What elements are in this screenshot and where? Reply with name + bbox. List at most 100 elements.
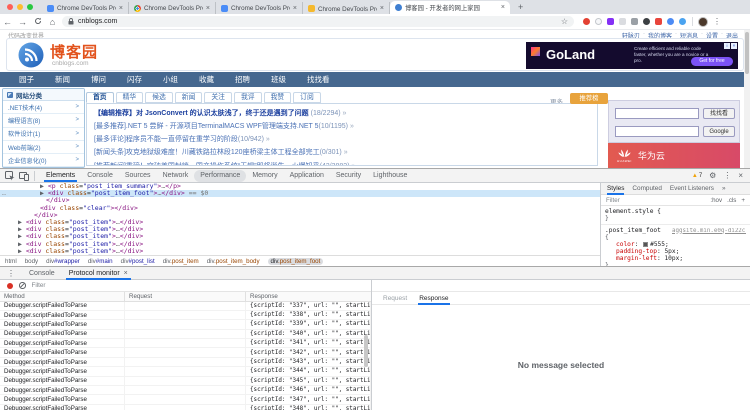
protocol-message-row[interactable]: Debugger.scriptFailedToParse{scriptId: "… — [0, 377, 371, 386]
detail-tab-response[interactable]: Response — [414, 292, 453, 305]
category-item[interactable]: 编程语言(8)> — [3, 114, 84, 127]
protocol-message-row[interactable]: Debugger.scriptFailedToParse{scriptId: "… — [0, 395, 371, 404]
styles-filter-input[interactable]: Filter — [606, 197, 620, 204]
dom-tree-row[interactable]: ▶ <div class="post_item">…</div> — [0, 248, 600, 255]
headline-link[interactable]: [新闻头条]攻克地狱级难度！川藏铁路拉林段120座桥梁主体工程全部完工(0/30… — [87, 146, 597, 159]
extension-icon[interactable] — [607, 18, 614, 25]
headline-link[interactable]: 【编辑推荐】对 JsonConvert 的认识太肤浅了，终于还是遇到了问题 (1… — [87, 107, 597, 120]
site-title[interactable]: 博客园 — [50, 41, 98, 62]
huawei-cloud-ad[interactable]: HUAWEI 华为云 — [608, 143, 740, 168]
site-search-button[interactable]: 找找看 — [703, 108, 735, 119]
nav-item[interactable]: 园子 — [19, 74, 34, 85]
tab-close-icon[interactable]: × — [293, 5, 297, 12]
css-selector[interactable]: .post_item_foot — [605, 227, 661, 234]
dom-tree-row[interactable]: …▶ <div class="post_item_foot">…</div> =… — [0, 190, 600, 197]
extension-icon[interactable] — [583, 18, 590, 25]
protocol-message-row[interactable]: Debugger.scriptFailedToParse{scriptId: "… — [0, 386, 371, 395]
profile-avatar[interactable] — [698, 17, 708, 27]
drawer-tab-close-icon[interactable]: × — [124, 267, 128, 280]
protocol-message-row[interactable]: Debugger.scriptFailedToParse{scriptId: "… — [0, 348, 371, 357]
protocol-message-row[interactable]: Debugger.scriptFailedToParse{scriptId: "… — [0, 302, 371, 311]
protocol-message-row[interactable]: Debugger.scriptFailedToParse{scriptId: "… — [0, 311, 371, 320]
clear-icon[interactable] — [19, 282, 26, 289]
devtools-tab-lighthouse[interactable]: Lighthouse — [367, 169, 413, 182]
headline-link[interactable]: [最多评论]程序员不能一直停留在重学习的阶段(10/942) » — [87, 133, 597, 146]
css-property[interactable]: color: #555; — [605, 241, 746, 248]
devtools-menu-icon[interactable]: ⋮ — [723, 169, 731, 182]
devtools-tab-elements[interactable]: Elements — [40, 169, 81, 182]
protocol-message-row[interactable]: Debugger.scriptFailedToParse{scriptId: "… — [0, 405, 371, 410]
detail-tab-request[interactable]: Request — [378, 292, 412, 305]
page-scrollbar-thumb[interactable] — [745, 32, 749, 74]
protocol-message-row[interactable]: Debugger.scriptFailedToParse{scriptId: "… — [0, 320, 371, 329]
home-icon[interactable]: ⌂ — [45, 17, 60, 27]
google-search-input[interactable] — [615, 126, 699, 137]
protocol-filter-input[interactable]: Filter — [32, 282, 46, 289]
column-header-response[interactable]: Response — [246, 292, 371, 301]
devtools-tab-security[interactable]: Security — [330, 169, 367, 182]
nav-item[interactable]: 班级 — [271, 74, 286, 85]
extension-icon[interactable] — [679, 18, 686, 25]
breadcrumb-item[interactable]: body — [25, 258, 38, 265]
headline-link[interactable]: [推荐新闻]重磅！突破美国封锁，国产操作系统“天蝎”即将诞生，火爆知乎(42/3… — [87, 160, 597, 166]
tab-close-icon[interactable]: × — [380, 5, 384, 12]
goland-ad[interactable]: GoLand Create efficient and reliable cod… — [526, 42, 738, 69]
warning-badge[interactable]: ▲ 7 — [692, 173, 702, 179]
category-item[interactable]: .NET技术(4)> — [3, 101, 84, 114]
breadcrumb-item[interactable]: div.post_item_foot — [268, 258, 324, 265]
feed-tab-我评[interactable]: 我评 — [234, 92, 262, 103]
headline-link[interactable]: [最多推荐].NET 5 尝鲜 - 开源项目TerminalMACS WPF管理… — [87, 120, 597, 133]
column-header-method[interactable]: Method — [0, 292, 125, 301]
color-swatch[interactable] — [643, 242, 648, 247]
devtools-close-icon[interactable]: × — [738, 169, 743, 182]
nav-item[interactable]: 找找看 — [307, 74, 330, 85]
drawer-menu-icon[interactable]: ⋮ — [7, 269, 15, 278]
google-search-button[interactable]: Google — [703, 126, 735, 137]
bookmark-star-icon[interactable]: ☆ — [561, 17, 568, 26]
breadcrumb-item[interactable]: div#post_list — [121, 258, 155, 265]
css-property[interactable]: margin-left: 10px; — [605, 255, 746, 262]
extension-icon[interactable] — [619, 18, 626, 25]
nav-item[interactable]: 收藏 — [199, 74, 214, 85]
browser-tab[interactable]: Chrome DevTools Protocol× — [216, 2, 303, 14]
nav-item[interactable]: 闪存 — [127, 74, 142, 85]
styles-tab-computed[interactable]: Computed — [632, 183, 662, 195]
category-item[interactable]: 软件设计(1)> — [3, 128, 84, 141]
nav-item[interactable]: 小组 — [163, 74, 178, 85]
css-property[interactable]: padding-top: 5px; — [605, 248, 746, 255]
devtools-tab-console[interactable]: Console — [81, 169, 119, 182]
table-scrollbar-thumb[interactable] — [364, 335, 368, 367]
protocol-message-row[interactable]: Debugger.scriptFailedToParse{scriptId: "… — [0, 367, 371, 376]
styles-toggle[interactable]: + — [741, 197, 745, 204]
inspect-element-icon[interactable] — [5, 171, 15, 181]
devtools-tab-network[interactable]: Network — [157, 169, 195, 182]
feed-tab-候选[interactable]: 候选 — [145, 92, 173, 103]
breadcrumb-item[interactable]: div#main — [88, 258, 113, 265]
breadcrumb-item[interactable]: div.post_item — [163, 258, 199, 265]
devtools-tab-sources[interactable]: Sources — [119, 169, 157, 182]
rank-badge[interactable]: 推荐榜 — [570, 93, 608, 104]
stylesheet-link[interactable]: aggsite.min.e0q-di22c:1 — [672, 228, 746, 234]
ad-info-icon[interactable]: i — [724, 43, 730, 49]
extension-icon[interactable] — [655, 18, 662, 25]
goland-cta-button[interactable]: Get for free — [691, 57, 733, 66]
maximize-window-icon[interactable] — [27, 4, 33, 10]
devtools-tab-memory[interactable]: Memory — [246, 169, 283, 182]
forward-icon[interactable]: → — [15, 17, 30, 27]
dom-tree-row[interactable]: <div class="clear"></div> — [0, 205, 600, 212]
browser-tab[interactable]: Chrome DevTools Protocol简介× — [303, 2, 390, 14]
feed-tab-我赞[interactable]: 我赞 — [264, 92, 292, 103]
tab-close-icon[interactable]: × — [206, 5, 210, 12]
address-bar[interactable]: cnblogs.com ☆ — [62, 16, 574, 27]
extension-icon[interactable] — [631, 18, 638, 25]
breadcrumb-item[interactable]: html — [5, 258, 17, 265]
feed-tab-首页[interactable]: 首页 — [86, 92, 114, 103]
browser-tab[interactable]: Chrome DevTools Protocol× — [42, 2, 129, 14]
protocol-message-row[interactable]: Debugger.scriptFailedToParse{scriptId: "… — [0, 358, 371, 367]
breadcrumb-item[interactable]: div#wrapper — [46, 258, 80, 265]
tab-close-icon[interactable]: × — [119, 5, 123, 12]
css-selector[interactable]: element.style { — [605, 208, 661, 215]
column-header-request[interactable]: Request — [125, 292, 246, 301]
minimize-window-icon[interactable] — [17, 4, 23, 10]
extension-icon[interactable] — [667, 18, 674, 25]
